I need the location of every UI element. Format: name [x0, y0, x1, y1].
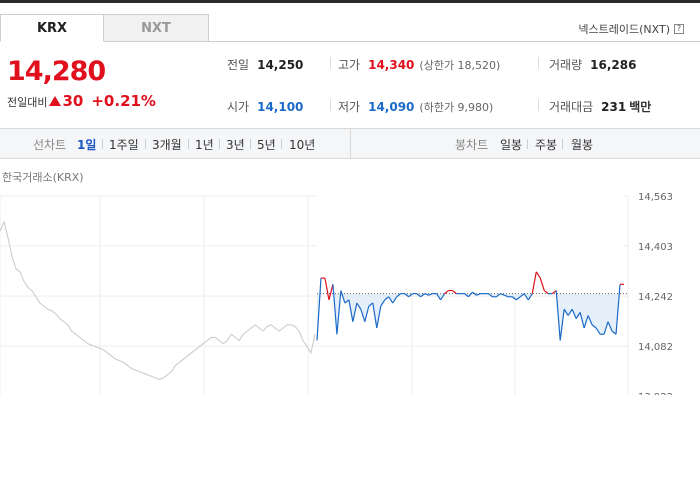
line-chart-label: 선차트 [33, 138, 67, 152]
toolbar-divider [188, 139, 189, 149]
toolbar-divider [562, 139, 563, 149]
nxt-link-label: 넥스트레이드(NXT) [578, 23, 670, 36]
toolbar-divider [102, 139, 103, 149]
info-divider [330, 57, 331, 69]
toolbar-center-divider [350, 129, 351, 158]
chart-toolbar: 선차트 1일 1주일 3개월 1년 3년 5년 10년 봉차트 일봉 주봉 월봉 [0, 128, 700, 159]
candle-chart-label: 봉차트 [455, 138, 489, 152]
info-unit: 백만 [629, 100, 652, 114]
tab-underline [209, 41, 700, 42]
candle-weekly[interactable]: 주봉 [535, 136, 557, 153]
info-label: 저가 [338, 100, 361, 114]
price-change-row: 전일대비 30 +0.21% [7, 92, 156, 110]
fill-mask-above-baseline [316, 180, 624, 294]
info-label: 고가 [338, 58, 361, 72]
market-tabs: KRX NXT [0, 14, 209, 42]
y-tick-label: 13,922 [638, 392, 673, 395]
info-label: 거래량 [549, 58, 583, 72]
info-value: 14,090 [368, 100, 415, 114]
help-icon[interactable]: ? [674, 24, 684, 34]
info-value: 14,100 [257, 100, 304, 114]
info-label: 거래대금 [549, 100, 594, 114]
info-volume: 거래량 16,286 [549, 56, 636, 73]
toolbar-divider [219, 139, 220, 149]
nxt-link[interactable]: 넥스트레이드(NXT) ? [578, 21, 684, 37]
info-divider [330, 99, 331, 111]
period-10y[interactable]: 10년 [289, 136, 315, 153]
info-value: 14,250 [257, 58, 304, 72]
info-sub: (하한가 9,980) [419, 101, 494, 114]
info-value: 16,286 [590, 58, 637, 72]
info-value: 231 [601, 100, 627, 114]
period-1d[interactable]: 1일 [77, 136, 96, 153]
y-tick-label: 14,242 [638, 292, 673, 303]
tab-krx[interactable]: KRX [0, 14, 104, 42]
y-tick-label: 14,082 [638, 342, 673, 353]
info-value: 14,340 [368, 58, 415, 72]
change-label: 전일대비 [7, 96, 48, 109]
info-high: 고가 14,340 (상한가 18,520) [338, 56, 500, 73]
up-triangle-icon [49, 96, 62, 106]
y-tick-label: 14,563 [638, 192, 673, 203]
toolbar-divider [145, 139, 146, 149]
period-1y[interactable]: 1년 [195, 136, 214, 153]
period-5y[interactable]: 5년 [257, 136, 276, 153]
info-open: 시가 14,100 [227, 98, 303, 115]
toolbar-divider [281, 139, 282, 149]
candle-monthly[interactable]: 월봉 [571, 136, 593, 153]
candle-daily[interactable]: 일봉 [500, 136, 522, 153]
info-divider [538, 99, 539, 111]
info-low: 저가 14,090 (하한가 9,980) [338, 98, 493, 115]
current-price: 14,280 [7, 56, 106, 87]
info-divider [538, 57, 539, 69]
period-1w[interactable]: 1주일 [109, 136, 139, 153]
info-prev-close: 전일 14,250 [227, 56, 303, 73]
info-label: 시가 [227, 100, 250, 114]
price-chart: 14,563 14,403 14,242 14,082 13,922 [0, 180, 673, 395]
info-amount: 거래대금 231 백만 [549, 98, 651, 115]
period-3m[interactable]: 3개월 [152, 136, 182, 153]
toolbar-divider [527, 139, 528, 149]
change-amount: 30 [62, 92, 84, 110]
period-3y[interactable]: 3년 [226, 136, 245, 153]
info-sub: (상한가 18,520) [419, 59, 501, 72]
change-percent: +0.21% [91, 92, 156, 110]
tab-nxt[interactable]: NXT [104, 14, 209, 42]
info-label: 전일 [227, 58, 250, 72]
y-tick-label: 14,403 [638, 242, 673, 253]
top-border [0, 0, 700, 3]
toolbar-divider [250, 139, 251, 149]
